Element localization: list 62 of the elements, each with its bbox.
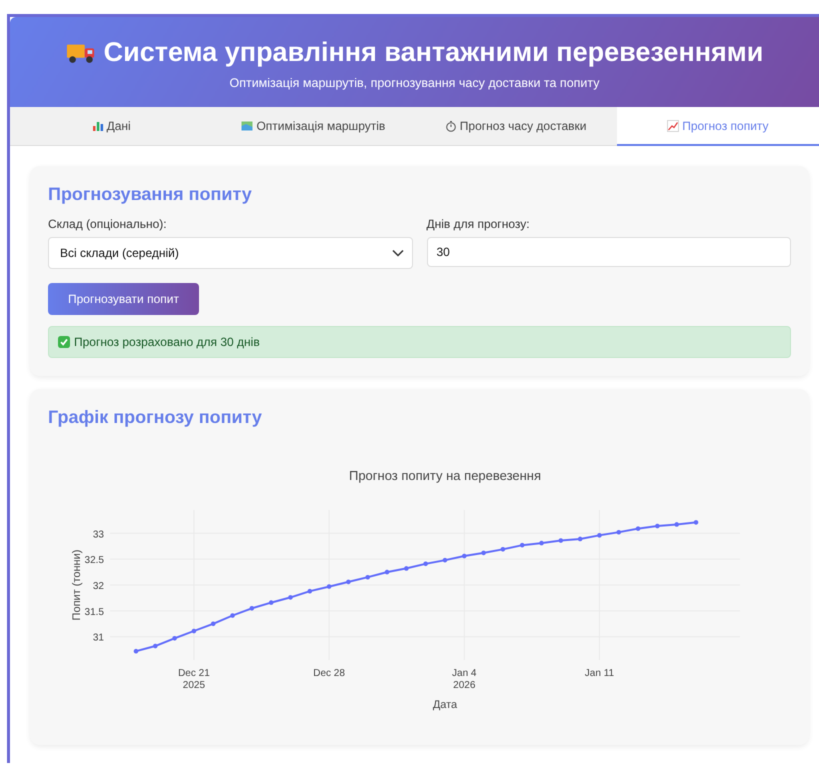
point: [442, 558, 448, 562]
point: [578, 536, 582, 542]
bar-chart-icon: [92, 120, 104, 132]
tab[interactable]: Прогноз попиту: [616, 107, 819, 146]
trend-chart-icon: [667, 120, 680, 132]
checkmark-icon: [58, 336, 70, 348]
point: [384, 570, 390, 574]
y-tick-label: 31: [92, 632, 104, 644]
y-tick-label: 31.5: [84, 606, 104, 618]
stopwatch-icon: [444, 120, 457, 132]
x-tick-label: Jan 4 2026: [452, 668, 476, 691]
app-title: Система управління вантажними перевезеннями: [104, 37, 764, 68]
point: [423, 561, 428, 566]
point: [307, 588, 312, 594]
field-label: Склад (опціонально):: [48, 217, 168, 231]
point: [192, 628, 196, 634]
x-tick-label: Jan 11: [584, 668, 614, 679]
point: [500, 547, 506, 552]
point: [694, 520, 698, 525]
y-tick-label: 33: [92, 529, 104, 540]
point: [172, 636, 177, 641]
point: [210, 621, 216, 626]
x-tick-label: Dec 21 2025: [178, 668, 210, 691]
tab[interactable]: Оптимізація маршрутів: [212, 107, 414, 146]
point: [250, 606, 254, 611]
x-axis-title: Дата: [432, 699, 458, 711]
y-tick-label: 32: [92, 581, 104, 592]
point: [636, 526, 640, 531]
point: [674, 522, 679, 527]
point: [616, 530, 622, 535]
tab[interactable]: Прогноз часу доставки: [414, 107, 617, 146]
point: [558, 538, 564, 543]
map-icon: [241, 120, 254, 132]
point: [481, 550, 486, 556]
card-title: Прогнозування попиту: [48, 184, 253, 205]
point: [462, 554, 467, 558]
point: [326, 584, 332, 589]
point: [134, 648, 138, 654]
point: [655, 524, 660, 528]
card-title: Графік прогнозу попиту: [48, 407, 263, 428]
point: [539, 540, 544, 546]
point: [346, 580, 351, 584]
point: [520, 542, 525, 548]
point: [597, 533, 602, 538]
point: [404, 566, 409, 571]
field-label: Днів для прогнозу:: [426, 217, 531, 231]
days-input[interactable]: 30: [426, 237, 791, 267]
y-tick-label: 32.5: [84, 555, 104, 566]
success-text: Прогноз розраховано для 30 днів: [74, 335, 260, 349]
y-axis-title: Попит (тонни): [71, 550, 83, 620]
forecast-button[interactable]: Прогнозувати попит: [48, 283, 199, 315]
warehouse-select[interactable]: Всі склади (середній): [48, 237, 412, 269]
app-subtitle: Оптимізація маршрутів, прогнозування часу доставки та попиту: [228, 76, 601, 90]
point: [288, 595, 293, 600]
tab[interactable]: Дані: [10, 107, 212, 146]
point: [365, 574, 370, 580]
chart-title: Прогноз попиту на перевезення: [348, 468, 542, 483]
point: [268, 600, 274, 605]
point: [230, 613, 235, 618]
chevron-down-icon: [392, 249, 404, 257]
x-tick-label: Dec 28: [313, 668, 345, 679]
point: [153, 644, 158, 648]
